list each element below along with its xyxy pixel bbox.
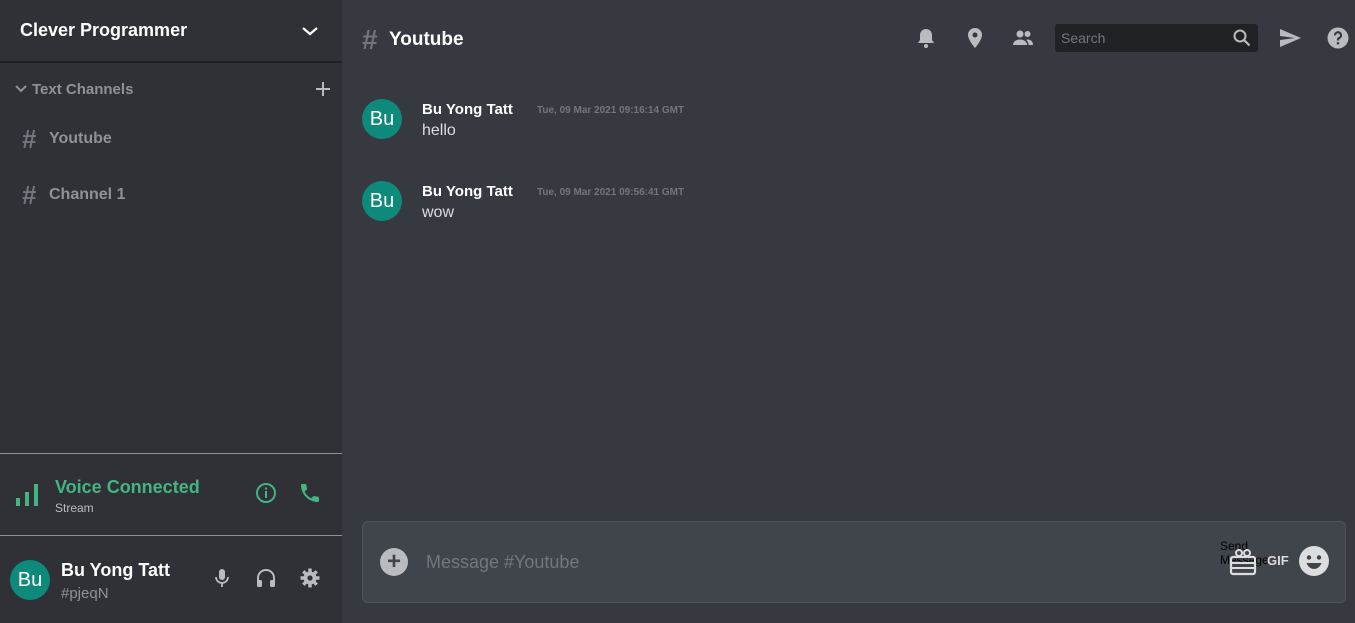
message-timestamp: Tue, 09 Mar 2021 09:16:14 GMT	[537, 105, 685, 116]
user-panel	[0, 537, 342, 623]
category-label: Text Channels	[32, 80, 134, 98]
message-text: hello	[422, 122, 456, 139]
help-icon[interactable]	[1326, 26, 1350, 50]
info-icon[interactable]	[254, 481, 278, 505]
hash-icon: #	[22, 123, 37, 154]
gif-button[interactable]: GIF	[1267, 553, 1289, 568]
search-input[interactable]	[1061, 30, 1232, 46]
pin-icon[interactable]	[963, 26, 987, 50]
message-author[interactable]: Bu Yong Tatt	[422, 101, 513, 118]
channel-item-youtube[interactable]: # Youtube	[22, 124, 322, 154]
hash-icon: #	[22, 179, 37, 210]
avatar[interactable]: Bu	[362, 99, 402, 139]
voice-status-title[interactable]: Voice Connected	[55, 477, 200, 498]
message-timestamp: Tue, 09 Mar 2021 09:56:41 GMT	[537, 187, 685, 198]
settings-gear-icon[interactable]	[298, 566, 322, 590]
chevron-down-icon[interactable]	[298, 19, 322, 43]
hash-icon: #	[362, 24, 378, 55]
add-channel-icon[interactable]	[314, 80, 332, 98]
signal-icon[interactable]	[16, 484, 40, 506]
channel-title: Youtube	[389, 29, 464, 50]
message-text: wow	[422, 204, 455, 221]
bell-icon[interactable]	[914, 26, 938, 50]
text-channels-category[interactable]: Text Channels	[14, 78, 332, 100]
message-input[interactable]	[426, 550, 1186, 574]
send-icon[interactable]	[1278, 26, 1302, 50]
server-header[interactable]: Clever Programmer	[0, 0, 342, 63]
emoji-icon[interactable]	[1298, 545, 1330, 577]
disconnect-call-icon[interactable]	[298, 481, 322, 505]
search-icon[interactable]	[1232, 28, 1252, 48]
message-author[interactable]: Bu Yong Tatt	[422, 183, 513, 200]
user-name: Bu Yong Tatt	[61, 560, 170, 580]
headphones-icon[interactable]	[254, 566, 278, 590]
add-attachment-button[interactable]: +	[380, 548, 408, 576]
chevron-down-icon[interactable]	[14, 82, 28, 96]
channel-item-channel-1[interactable]: # Channel 1	[22, 180, 322, 210]
gift-icon[interactable]	[1228, 546, 1258, 576]
search-box[interactable]	[1055, 24, 1258, 52]
user-tag: #pjeqN	[61, 585, 109, 602]
channel-name: Channel 1	[49, 186, 126, 203]
voice-status-subtitle: Stream	[55, 501, 94, 515]
members-icon[interactable]	[1011, 26, 1035, 50]
channel-name: Youtube	[49, 130, 112, 147]
avatar[interactable]: Bu	[10, 560, 50, 600]
server-name: Clever Programmer	[20, 20, 188, 40]
microphone-icon[interactable]	[210, 566, 234, 590]
avatar[interactable]: Bu	[362, 181, 402, 221]
